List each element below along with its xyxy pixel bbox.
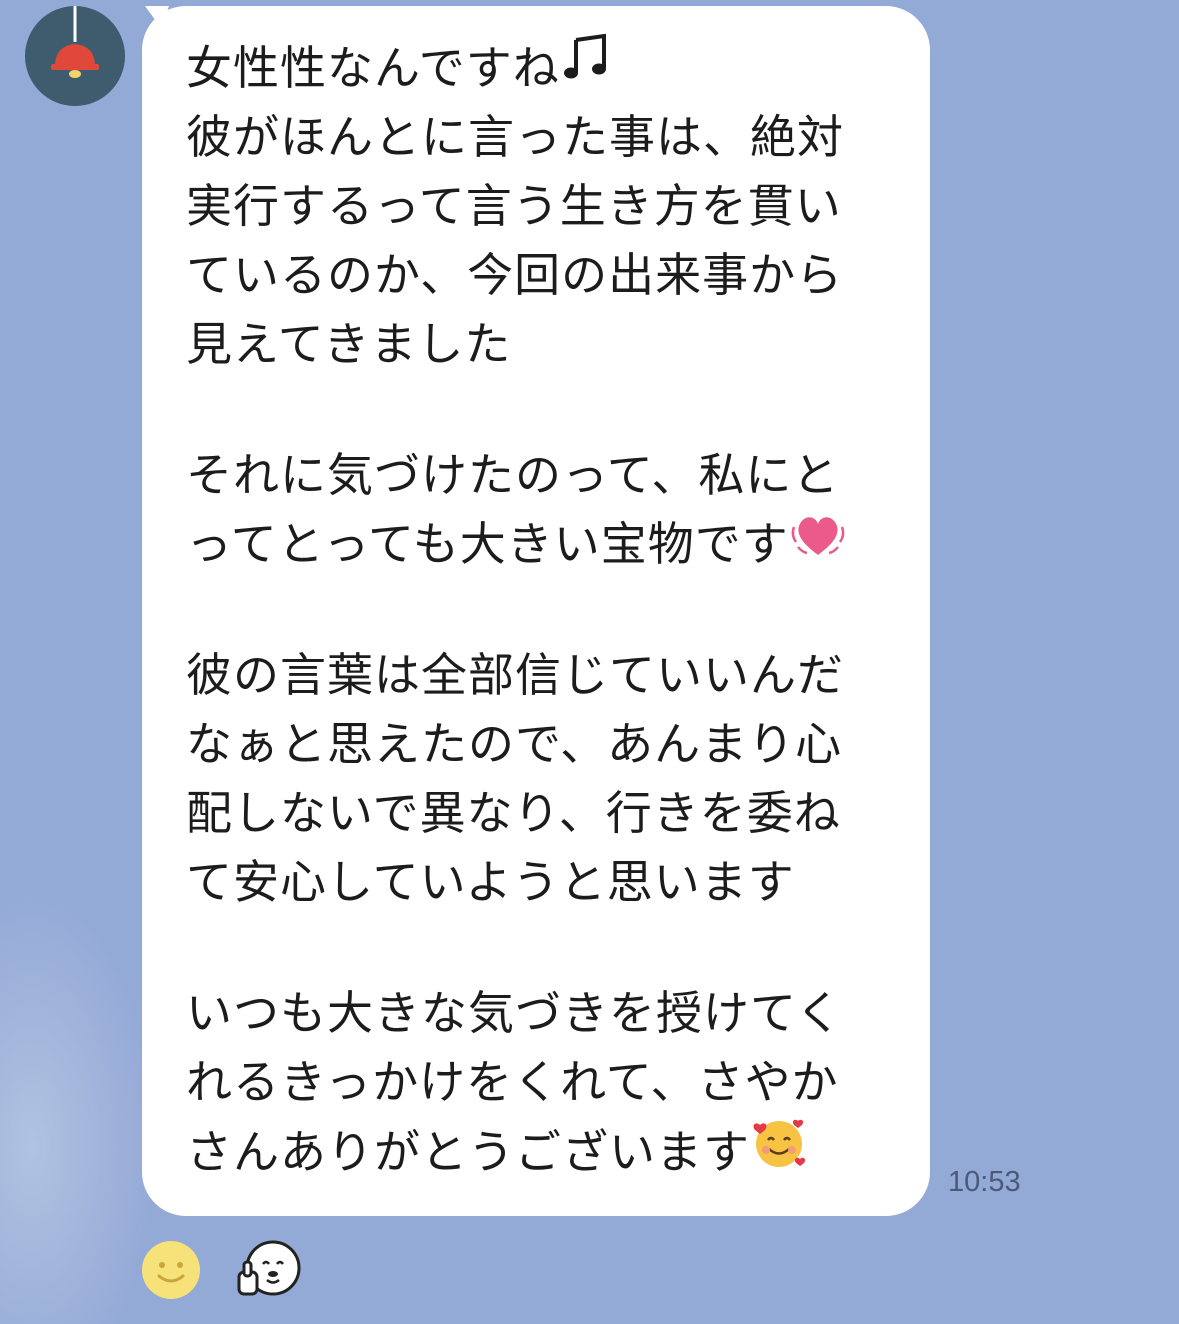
message-line: 彼の言葉は全部信じていいんだ bbox=[186, 641, 910, 710]
message-line: いつも大きな気づきを授けてく bbox=[186, 979, 910, 1048]
sender-avatar[interactable] bbox=[25, 6, 125, 106]
message-line-text: 実行するって言う生き方を貫い bbox=[186, 179, 842, 233]
message-line-text: 女性性なんですね bbox=[186, 41, 560, 95]
message-bubble[interactable]: 女性性なんですね彼がほんとに言った事は、絶対 実行するって言う生き方を貫い ているの… bbox=[142, 6, 930, 1216]
message-line-text: 彼がほんとに言った事は、絶対 bbox=[186, 110, 844, 164]
message-line: なぁと思えたので、あんまり心 bbox=[186, 710, 910, 779]
message-line-text: 配しないで異なり、行きを委ね bbox=[186, 786, 841, 840]
smiley-reaction-icon[interactable] bbox=[141, 1240, 201, 1300]
message-line-text: 見えてきました bbox=[186, 317, 512, 371]
message-line: 配しないで異なり、行きを委ね bbox=[186, 779, 910, 848]
message-line-text: て安心していようと思います bbox=[186, 855, 795, 909]
message-line-text: ってとっても大きい宝物です bbox=[186, 517, 789, 571]
message-line-text: ているのか、今回の出来事から bbox=[186, 248, 844, 302]
smiling-face-with-hearts-icon bbox=[750, 1113, 808, 1190]
pendant-lamp-icon bbox=[51, 6, 99, 78]
message-line: て安心していようと思います bbox=[186, 848, 910, 917]
message-line: それに気づけたのって、私にと bbox=[186, 441, 910, 510]
message-line: さんありがとうございます bbox=[186, 1117, 910, 1186]
message-line-text: さんありがとうございます bbox=[186, 1125, 750, 1179]
beating-heart-icon bbox=[789, 507, 847, 580]
message-line: 実行するって言う生き方を貫い bbox=[186, 172, 910, 241]
message-line: 彼がほんとに言った事は、絶対 bbox=[186, 103, 910, 172]
message-line-text: それに気づけたのって、私にと bbox=[186, 448, 840, 502]
message-line: 女性性なんですね bbox=[186, 32, 910, 103]
message-line: ってとっても大きい宝物です bbox=[186, 510, 910, 579]
message-line-text: いつも大きな気づきを授けてく bbox=[186, 986, 843, 1040]
music-note-icon bbox=[560, 32, 612, 103]
message-line-text: 彼の言葉は全部信じていいんだ bbox=[186, 648, 844, 702]
message-timestamp: 10:53 bbox=[948, 1166, 1021, 1198]
message-line-text: れるきっかけをくれて、さやか bbox=[186, 1055, 839, 1109]
background-glow bbox=[0, 880, 160, 1324]
message-line-text: なぁと思えたので、あんまり心 bbox=[186, 717, 843, 771]
thumbs-up-sticker-icon[interactable] bbox=[233, 1238, 303, 1304]
message-line: れるきっかけをくれて、さやか bbox=[186, 1048, 910, 1117]
message-line: 見えてきました bbox=[186, 310, 910, 379]
message-line: ているのか、今回の出来事から bbox=[186, 241, 910, 310]
